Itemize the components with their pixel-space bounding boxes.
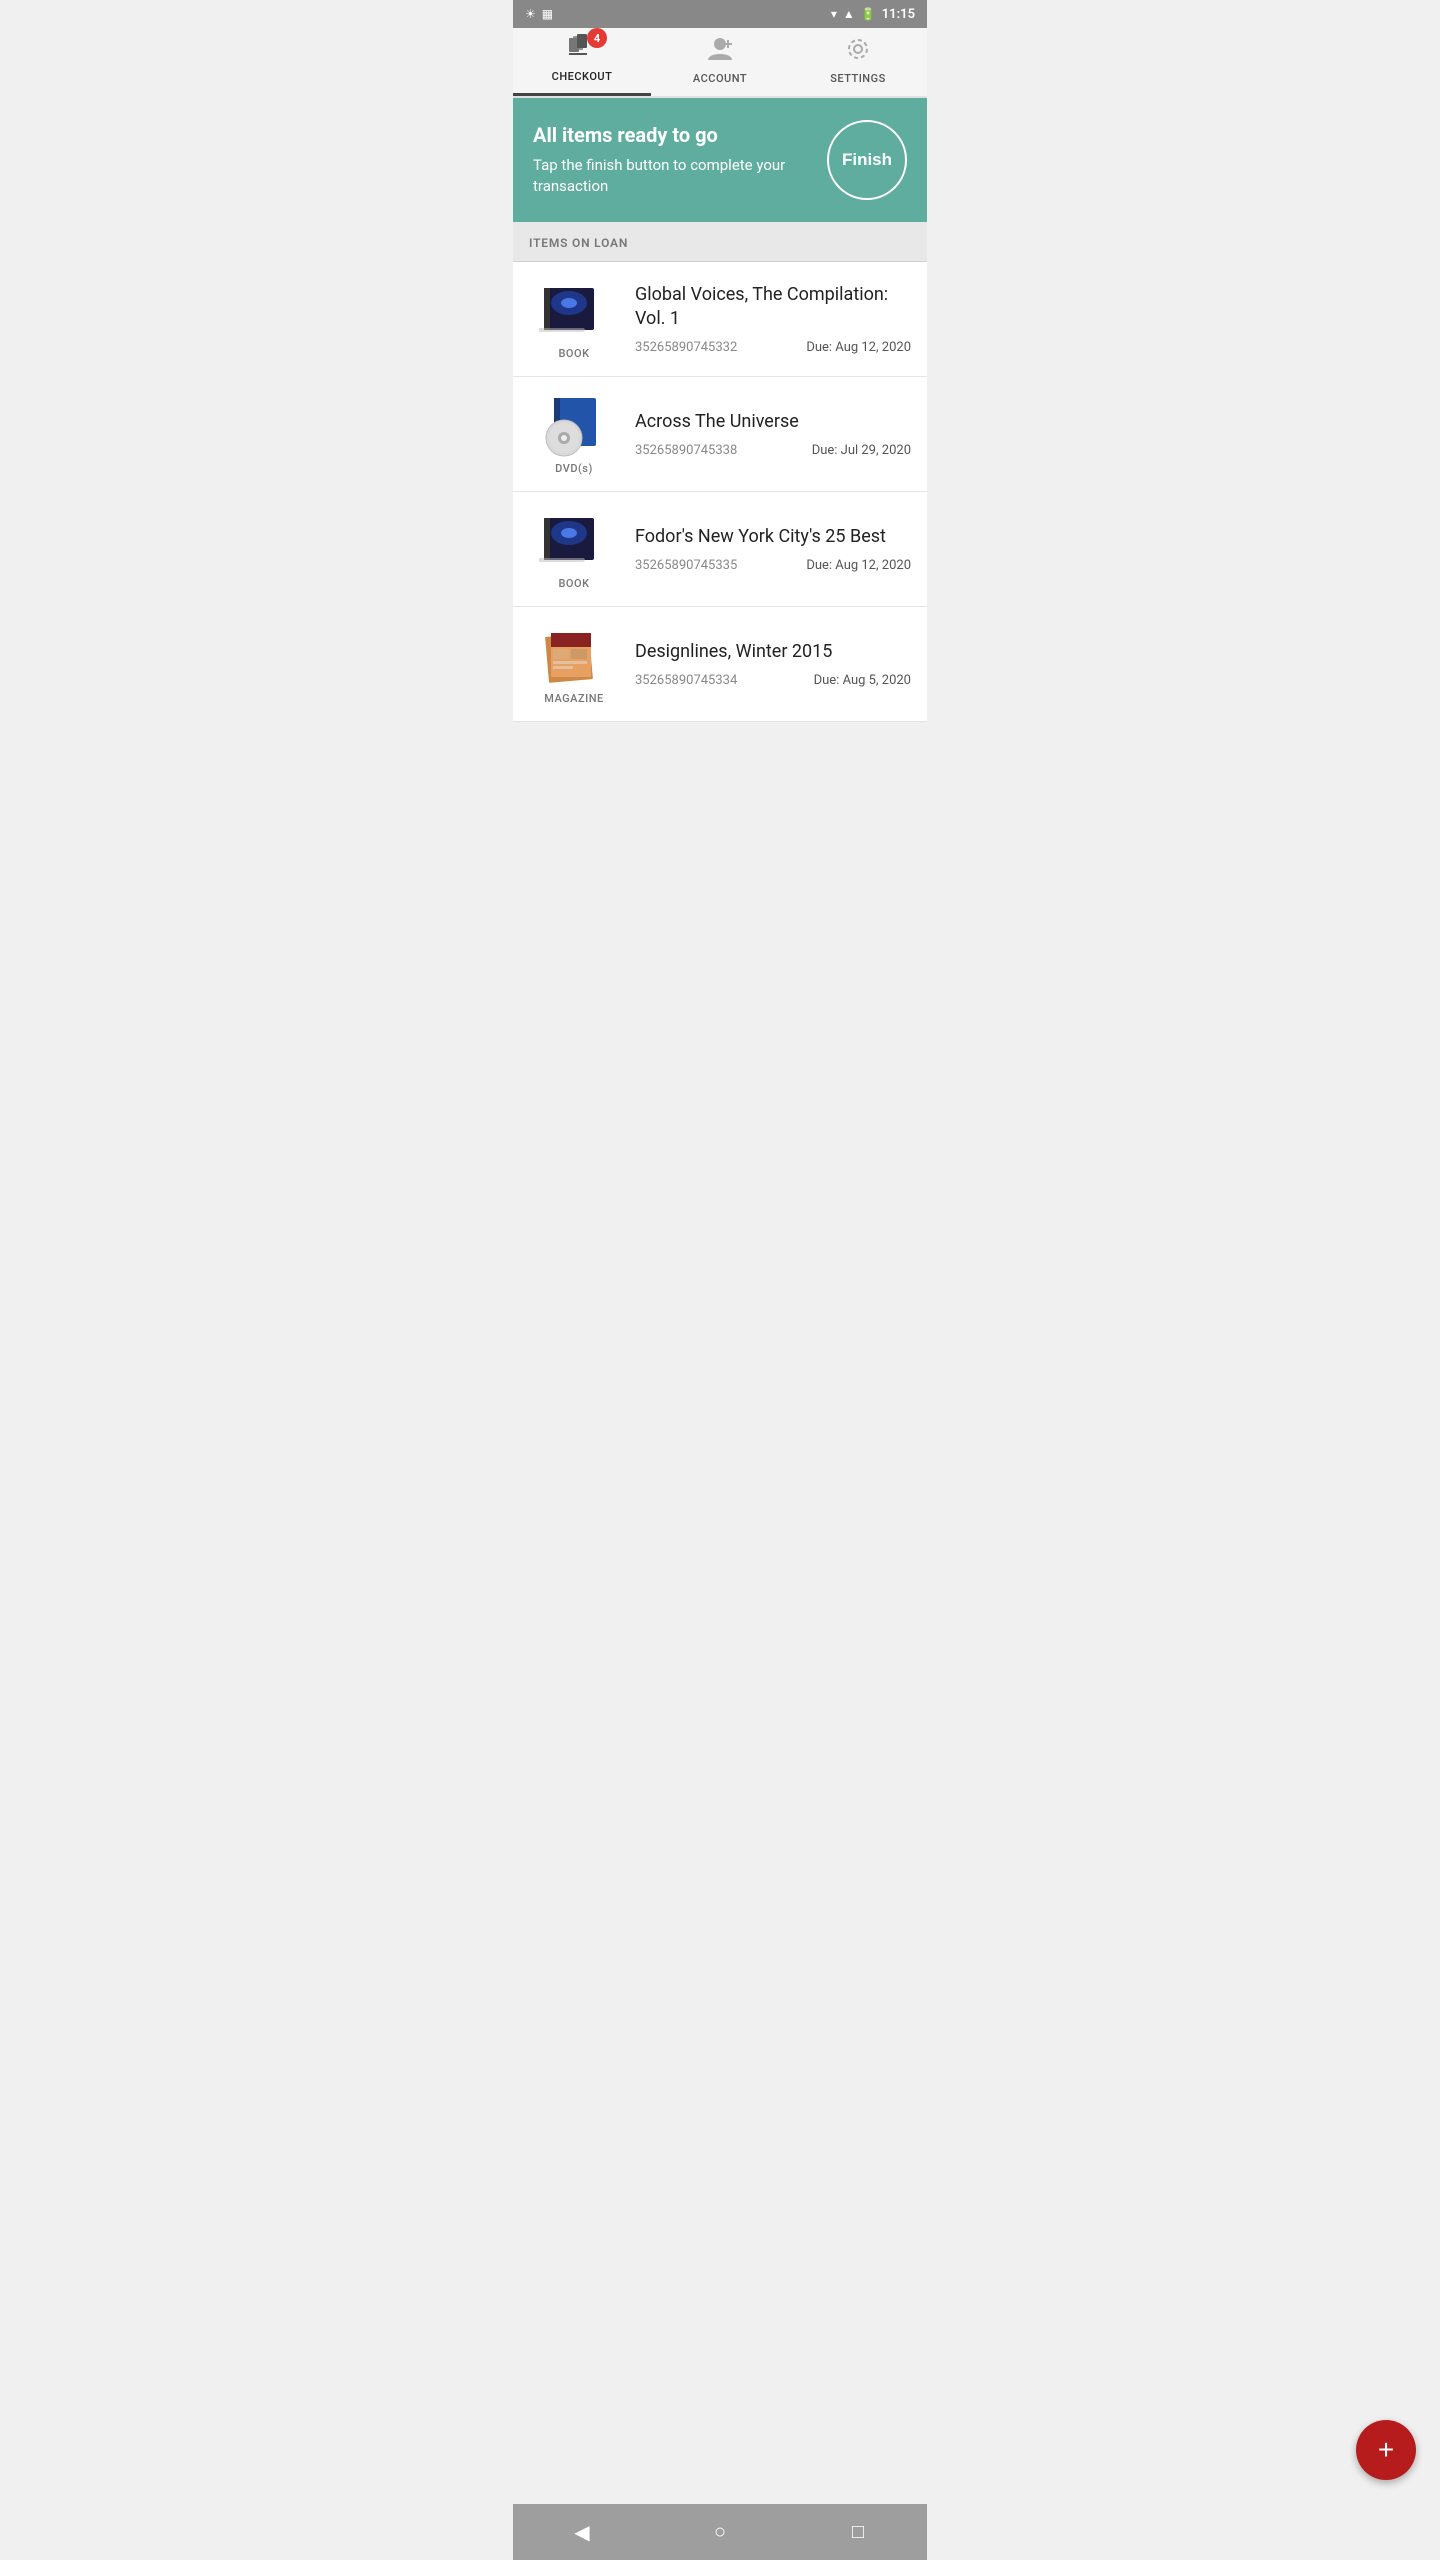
banner-title: All items ready to go bbox=[533, 123, 811, 147]
item-type-4: MAGAZINE bbox=[544, 692, 604, 705]
banner-subtitle: Tap the finish button to complete your t… bbox=[533, 155, 811, 197]
item-icon-area-3: BOOK bbox=[529, 508, 619, 590]
back-button[interactable]: ◀ bbox=[557, 2512, 607, 2552]
item-title-1: Global Voices, The Compilation: Vol. 1 bbox=[635, 283, 911, 330]
banner-text-area: All items ready to go Tap the finish but… bbox=[533, 123, 811, 197]
item-details-3: Fodor's New York City's 25 Best 35265890… bbox=[635, 525, 911, 573]
status-bar: ☀ ▦ ▾ ▲ 🔋 11:15 bbox=[513, 0, 927, 28]
tab-checkout[interactable]: 4 CHECKOUT bbox=[513, 28, 651, 96]
settings-icon bbox=[845, 36, 871, 68]
item-details-4: Designlines, Winter 2015 35265890745334 … bbox=[635, 640, 911, 688]
item-details-1: Global Voices, The Compilation: Vol. 1 3… bbox=[635, 283, 911, 355]
tab-account[interactable]: ACCOUNT bbox=[651, 28, 789, 96]
loan-item-2[interactable]: DVD(s) Across The Universe 3526589074533… bbox=[513, 377, 927, 492]
signal-icon: ▲ bbox=[843, 7, 855, 21]
item-type-3: BOOK bbox=[558, 577, 589, 590]
loan-item-3[interactable]: BOOK Fodor's New York City's 25 Best 352… bbox=[513, 492, 927, 607]
item-icon-area-4: MAGAZINE bbox=[529, 623, 619, 705]
status-bar-right: ▾ ▲ 🔋 11:15 bbox=[831, 7, 915, 22]
status-time: 11:15 bbox=[882, 7, 915, 22]
item-meta-1: 35265890745332 Due: Aug 12, 2020 bbox=[635, 340, 911, 355]
sun-icon: ☀ bbox=[525, 7, 536, 21]
home-button[interactable]: ○ bbox=[695, 2512, 745, 2552]
item-type-1: BOOK bbox=[558, 347, 589, 360]
magazine-icon-4 bbox=[539, 623, 609, 688]
book-icon-3 bbox=[539, 508, 609, 573]
item-meta-4: 35265890745334 Due: Aug 5, 2020 bbox=[635, 673, 911, 688]
item-type-2: DVD(s) bbox=[555, 462, 593, 475]
item-due-1: Due: Aug 12, 2020 bbox=[806, 340, 911, 355]
book-icon-1 bbox=[539, 278, 609, 343]
banner: All items ready to go Tap the finish but… bbox=[513, 98, 927, 222]
item-details-2: Across The Universe 35265890745338 Due: … bbox=[635, 410, 911, 458]
item-meta-3: 35265890745335 Due: Aug 12, 2020 bbox=[635, 558, 911, 573]
item-title-3: Fodor's New York City's 25 Best bbox=[635, 525, 911, 548]
item-barcode-1: 35265890745332 bbox=[635, 340, 737, 355]
battery-icon: 🔋 bbox=[861, 7, 876, 21]
item-due-4: Due: Aug 5, 2020 bbox=[814, 673, 911, 688]
checkout-label: CHECKOUT bbox=[552, 70, 613, 83]
checkout-badge: 4 bbox=[587, 28, 607, 48]
item-due-3: Due: Aug 12, 2020 bbox=[806, 558, 911, 573]
section-header-text: ITEMS ON LOAN bbox=[529, 236, 628, 250]
bottom-nav: ◀ ○ □ bbox=[513, 2504, 927, 2560]
account-icon bbox=[706, 36, 734, 68]
section-header: ITEMS ON LOAN bbox=[513, 222, 927, 262]
item-icon-area-2: DVD(s) bbox=[529, 393, 619, 475]
recent-button[interactable]: □ bbox=[833, 2512, 883, 2552]
item-barcode-3: 35265890745335 bbox=[635, 558, 737, 573]
item-icon-area-1: BOOK bbox=[529, 278, 619, 360]
item-title-4: Designlines, Winter 2015 bbox=[635, 640, 911, 663]
tab-bar: 4 CHECKOUT ACCOUNT SETTINGS bbox=[513, 28, 927, 98]
sim-icon: ▦ bbox=[542, 7, 553, 21]
item-barcode-2: 35265890745338 bbox=[635, 443, 737, 458]
wifi-icon: ▾ bbox=[831, 7, 837, 21]
account-label: ACCOUNT bbox=[693, 72, 747, 85]
add-item-fab[interactable]: + bbox=[1356, 2420, 1416, 2480]
item-meta-2: 35265890745338 Due: Jul 29, 2020 bbox=[635, 443, 911, 458]
loan-list: BOOK Global Voices, The Compilation: Vol… bbox=[513, 262, 927, 722]
loan-item-1[interactable]: BOOK Global Voices, The Compilation: Vol… bbox=[513, 262, 927, 377]
settings-label: SETTINGS bbox=[830, 72, 886, 85]
dvd-icon-2 bbox=[539, 393, 609, 458]
item-due-2: Due: Jul 29, 2020 bbox=[812, 443, 911, 458]
tab-settings[interactable]: SETTINGS bbox=[789, 28, 927, 96]
finish-button[interactable]: Finish bbox=[827, 120, 907, 200]
loan-item-4[interactable]: MAGAZINE Designlines, Winter 2015 352658… bbox=[513, 607, 927, 722]
item-title-2: Across The Universe bbox=[635, 410, 911, 433]
checkout-icon: 4 bbox=[567, 34, 597, 66]
item-barcode-4: 35265890745334 bbox=[635, 673, 737, 688]
status-bar-left: ☀ ▦ bbox=[525, 7, 553, 21]
